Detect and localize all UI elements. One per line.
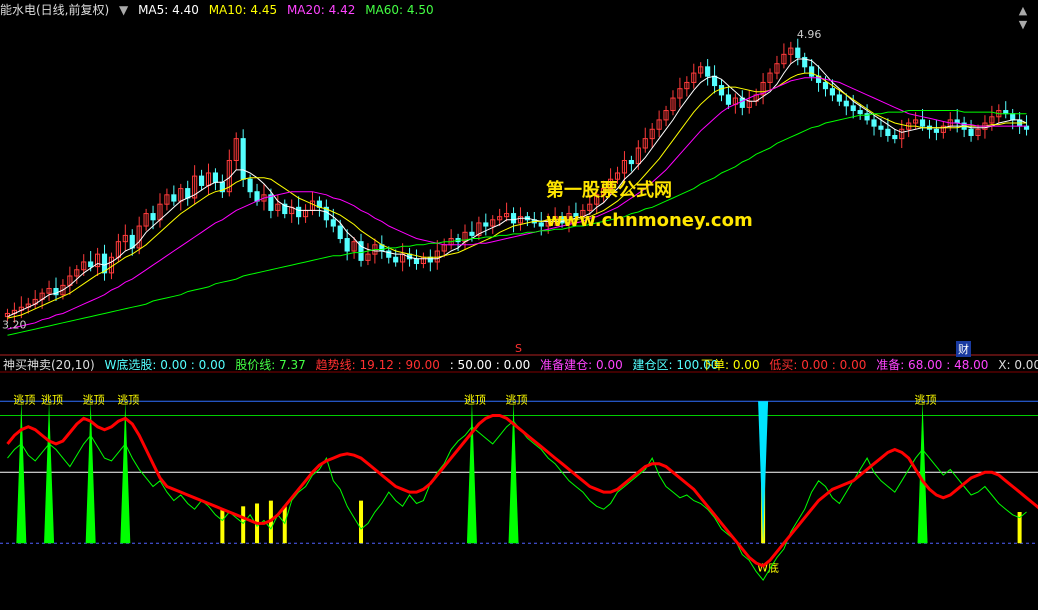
scroll-up-icon[interactable]: ▲ xyxy=(1016,4,1030,18)
candle-body xyxy=(469,231,475,236)
candle-body xyxy=(878,125,884,130)
candle-body xyxy=(296,206,302,218)
candle-body xyxy=(1010,113,1016,121)
indicator-header: 神买神卖(20,10) W底选股: 0.00 : 0.00 股价线: 7.37 … xyxy=(3,357,724,373)
candle-body xyxy=(718,85,725,96)
candle-body xyxy=(829,88,836,96)
low-buy-label: 低买: 0.00 : 0.00 xyxy=(769,358,867,372)
collapse-icon[interactable]: ▼ xyxy=(119,3,128,17)
top-signal-label: 逃顶 xyxy=(464,393,486,406)
candle-body xyxy=(185,188,191,199)
order-label: 下单: 0.00 xyxy=(701,358,760,372)
buy-bar xyxy=(282,506,287,544)
candle-body xyxy=(198,175,205,186)
buy-bar xyxy=(241,506,246,544)
buy-bar xyxy=(220,509,225,544)
ma10-label: MA10: 4.45 xyxy=(208,3,278,17)
buy-bar xyxy=(359,500,364,544)
w-bottom-label: W底选股: 0.00 : 0.00 xyxy=(104,358,226,372)
top-signal-label: 逃顶 xyxy=(41,393,63,406)
candle-body xyxy=(968,128,974,137)
price-annotation: 3.20 xyxy=(2,319,27,332)
watermark-title: 第一股票公式网 xyxy=(546,180,672,201)
trend-line-label: 趋势线: 19.12 : 90.00 xyxy=(315,358,440,372)
candle-body xyxy=(871,119,877,127)
candle-body xyxy=(836,94,842,102)
scroll-down-icon[interactable]: ▼ xyxy=(1016,18,1030,32)
candle-body xyxy=(933,128,939,133)
indicator-title: 神买神卖(20,10) xyxy=(3,358,95,372)
stock-line-label: 股价线: 7.37 xyxy=(235,358,306,372)
candle-body xyxy=(850,105,856,112)
candle-body xyxy=(247,178,253,193)
top-signal-label: 逃顶 xyxy=(83,393,105,406)
candle-body xyxy=(337,225,343,240)
candle-body xyxy=(483,222,489,227)
background xyxy=(0,0,1038,610)
x-label: X: 0.00 xyxy=(998,358,1038,372)
watermark-url: www.chnmoney.com xyxy=(546,210,753,231)
candle-body xyxy=(330,219,336,227)
top-signal-label: 逃顶 xyxy=(506,393,528,406)
candle-body xyxy=(857,110,863,115)
candle-body xyxy=(892,135,898,140)
ma20-label: MA20: 4.42 xyxy=(286,3,356,17)
chart-canvas: 4.963.20 逃顶 逃顶 逃顶 逃顶 逃顶 逃顶W底逃顶 xyxy=(0,0,1038,610)
candle-body xyxy=(795,47,801,58)
candle-body xyxy=(705,66,711,77)
candle-body xyxy=(88,261,94,268)
candle-body xyxy=(212,172,219,183)
stock-title: 能水电(日线,前复权) xyxy=(0,3,110,17)
candle-body xyxy=(822,81,829,90)
candle-body xyxy=(240,138,246,180)
levels-label: : 50.00 : 0.00 xyxy=(449,358,531,372)
ma5-label: MA5: 4.40 xyxy=(138,3,199,17)
indicator-header-right: 下单: 0.00 低买: 0.00 : 0.00 准备: 68.00 : 48.… xyxy=(701,357,1038,373)
prepare-label: 准备: 68.00 : 48.00 xyxy=(876,358,989,372)
candle-body xyxy=(413,258,420,265)
candle-body xyxy=(1003,110,1009,115)
top-signal-label: 逃顶 xyxy=(117,393,139,406)
candle-body xyxy=(725,94,732,105)
candle-body xyxy=(254,191,260,202)
candle-body xyxy=(739,97,745,108)
candle-body xyxy=(171,194,177,202)
candle-body xyxy=(427,256,433,263)
candle-body xyxy=(628,159,634,165)
ma60-label: MA60: 4.50 xyxy=(365,3,434,17)
candle-body xyxy=(344,238,350,252)
price-annotation: 4.96 xyxy=(797,28,822,41)
candle-body xyxy=(843,100,849,107)
top-signal-label: 逃顶 xyxy=(915,393,937,406)
candle-body xyxy=(1023,125,1030,130)
candle-body xyxy=(919,119,926,127)
candle-body xyxy=(510,213,517,224)
price-header: 能水电(日线,前复权) ▼ MA5: 4.40 MA10: 4.45 MA20:… xyxy=(0,2,440,18)
candle-body xyxy=(393,256,399,263)
finance-marker[interactable]: 财 xyxy=(956,341,971,357)
s-marker: S xyxy=(515,342,522,355)
candle-body xyxy=(885,128,891,137)
candle-body xyxy=(150,213,156,221)
candle-body xyxy=(711,75,718,87)
candle-body xyxy=(538,222,544,227)
prep-build-label: 准备建仓: 0.00 xyxy=(540,358,623,372)
top-signal-label: 逃顶 xyxy=(13,393,35,406)
candle-body xyxy=(809,66,815,77)
